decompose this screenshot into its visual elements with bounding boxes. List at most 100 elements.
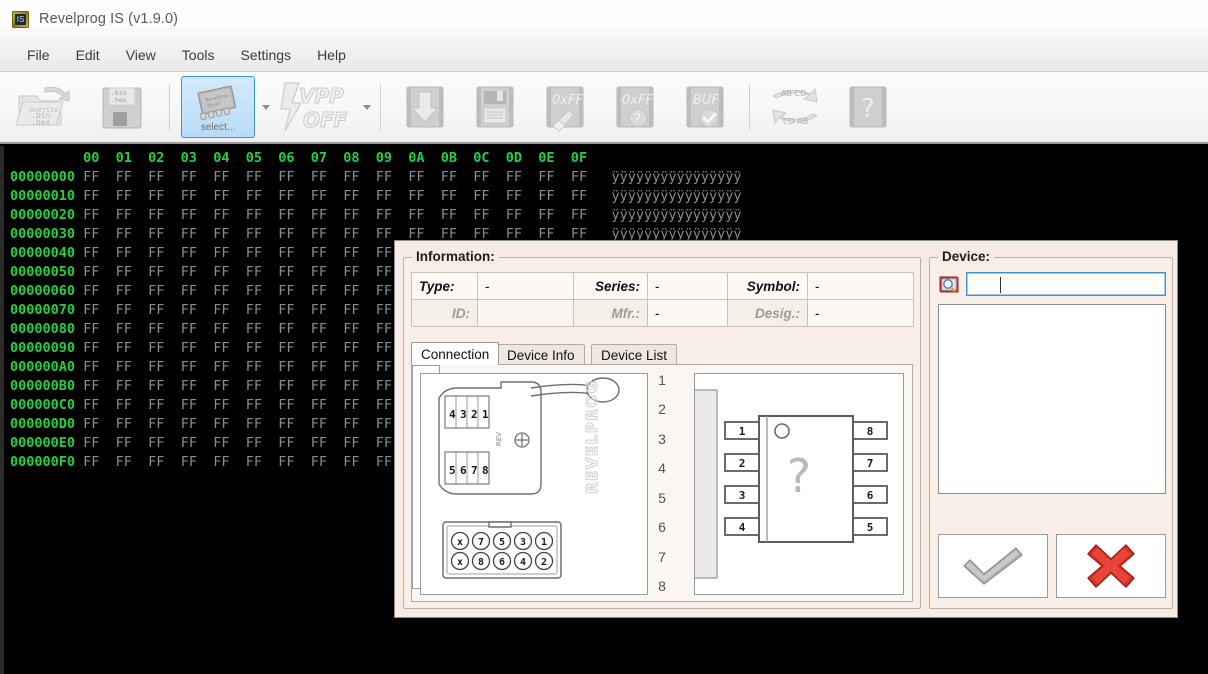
select-device-dropdown-caret[interactable] xyxy=(262,105,270,110)
menu-item-file[interactable]: File xyxy=(14,43,63,67)
blank-check-question-icon: 0xFF ? xyxy=(609,82,661,132)
hex-address: 00000040 xyxy=(10,245,75,261)
tab-connection[interactable]: Connection xyxy=(411,342,499,365)
symbol-label: Symbol: xyxy=(728,273,808,300)
svg-text:?: ? xyxy=(634,112,641,127)
accept-check-icon xyxy=(956,544,1030,589)
question-help-icon: ? xyxy=(842,82,894,132)
svg-text:2: 2 xyxy=(739,457,746,470)
svg-text:3: 3 xyxy=(739,489,746,502)
device-search-input[interactable] xyxy=(966,272,1166,296)
erase-device-button[interactable]: 0xFF xyxy=(532,76,598,138)
tab-device-info[interactable]: Device Info xyxy=(497,344,585,365)
verify-buffer-button[interactable]: BUF xyxy=(672,76,738,138)
menu-item-edit[interactable]: Edit xyxy=(63,43,113,67)
toolbar-separator-2 xyxy=(380,84,381,130)
write-floppy-icon xyxy=(469,82,521,132)
hex-address: 000000F0 xyxy=(10,454,75,470)
hex-row: 00000000 FF FF FF FF FF FF FF FF FF FF F… xyxy=(10,168,742,187)
accept-button[interactable] xyxy=(938,534,1048,598)
pin-number: 2 xyxy=(658,401,666,417)
floppy-save-bin-hex-icon: .bin .hex xyxy=(93,82,151,132)
menu-item-tools[interactable]: Tools xyxy=(169,43,228,67)
save-file-button[interactable]: .bin .hex xyxy=(86,76,158,138)
erase-broom-icon: 0xFF xyxy=(539,82,591,132)
svg-text:7: 7 xyxy=(867,457,874,470)
hex-address: 000000E0 xyxy=(10,435,75,451)
table-row: Type: - Series: - Symbol: - xyxy=(412,273,914,300)
device-list-box[interactable] xyxy=(938,304,1166,494)
id-value xyxy=(478,300,574,327)
desig-value: - xyxy=(808,300,914,327)
hex-address: 00000080 xyxy=(10,321,75,337)
menu-item-help[interactable]: Help xyxy=(304,43,359,67)
app-icon: IS xyxy=(12,11,29,28)
hex-address: 000000A0 xyxy=(10,359,75,375)
device-group: Device: xyxy=(929,257,1173,609)
blank-check-button[interactable]: 0xFF ? xyxy=(602,76,668,138)
application-window: IS Revelprog IS (v1.9.0) File Edit View … xyxy=(0,0,1208,674)
hex-address: 00000070 xyxy=(10,302,75,318)
device-legend: Device: xyxy=(938,249,994,264)
information-legend: Information: xyxy=(412,249,499,264)
menu-item-settings[interactable]: Settings xyxy=(227,43,304,67)
pin-number: 6 xyxy=(658,519,666,535)
pin-number: 7 xyxy=(658,549,666,565)
swap-bytes-button[interactable]: AB CD CD AB xyxy=(761,76,831,138)
chip-pinout-diagram: ? 1 2 3 4 xyxy=(694,373,904,595)
open-file-button[interactable]: 0xerite .bin .hex xyxy=(10,76,82,138)
svg-text:1: 1 xyxy=(739,425,746,438)
hex-ascii[interactable]: ÿÿÿÿÿÿÿÿÿÿÿÿÿÿÿÿ xyxy=(595,207,741,223)
folder-open-bin-hex-icon: 0xerite .bin .hex xyxy=(15,82,77,132)
svg-text:?: ? xyxy=(787,449,811,503)
pin-number: 1 xyxy=(658,372,666,388)
select-device-button[interactable]: RevelProg 25xxx select... xyxy=(181,76,255,138)
hex-left-gutter xyxy=(0,146,4,674)
cancel-button[interactable] xyxy=(1056,534,1166,598)
hex-bytes[interactable]: FF FF FF FF FF FF FF FF FF FF FF FF FF F… xyxy=(75,188,595,204)
vpp-dropdown-caret[interactable] xyxy=(363,105,371,110)
hex-bytes[interactable]: FF FF FF FF FF FF FF FF FF FF FF FF FF F… xyxy=(75,169,595,185)
read-device-button[interactable] xyxy=(392,76,458,138)
text-cursor xyxy=(1000,277,1001,293)
toolbar-separator-3 xyxy=(749,84,750,130)
information-table: Type: - Series: - Symbol: - ID: Mfr.: - … xyxy=(411,272,914,327)
hex-address: 00000090 xyxy=(10,340,75,356)
symbol-value: - xyxy=(808,273,914,300)
read-down-arrow-icon xyxy=(399,82,451,132)
series-value: - xyxy=(648,273,728,300)
hex-bytes[interactable]: FF FF FF FF FF FF FF FF FF FF FF FF FF F… xyxy=(75,207,595,223)
hex-address: 00000010 xyxy=(10,188,75,204)
svg-text:5: 5 xyxy=(867,521,874,534)
information-group: Information: Type: - Series: - Symbol: -… xyxy=(403,257,921,609)
hex-row: 00000020 FF FF FF FF FF FF FF FF FF FF F… xyxy=(10,206,742,225)
pin-number: 4 xyxy=(658,460,666,476)
toolbar-separator-1 xyxy=(169,84,170,130)
write-device-button[interactable] xyxy=(462,76,528,138)
svg-text:AB CD: AB CD xyxy=(781,89,806,98)
svg-text:BUF: BUF xyxy=(693,93,719,108)
pin-number-strip: 12345678 xyxy=(412,365,440,589)
cancel-cross-icon xyxy=(1083,539,1139,594)
svg-text:6: 6 xyxy=(867,489,874,502)
svg-text:VPP: VPP xyxy=(299,84,344,108)
help-button[interactable]: ? xyxy=(835,76,901,138)
svg-text:CD AB: CD AB xyxy=(783,117,808,126)
menu-item-view[interactable]: View xyxy=(113,43,169,67)
pin-number: 5 xyxy=(658,490,666,506)
series-label: Series: xyxy=(574,273,648,300)
hex-ascii[interactable]: ÿÿÿÿÿÿÿÿÿÿÿÿÿÿÿÿ xyxy=(595,188,741,204)
hex-column-header: 00 01 02 03 04 05 06 07 08 09 0A 0B 0C 0… xyxy=(10,150,595,166)
hex-address: 000000B0 xyxy=(10,378,75,394)
svg-text:0xFF: 0xFF xyxy=(552,93,583,108)
book-search-icon[interactable] xyxy=(938,274,960,295)
svg-text:OFF: OFF xyxy=(303,108,348,132)
menu-bar: File Edit View Tools Settings Help xyxy=(0,38,1208,72)
hex-address: 00000060 xyxy=(10,283,75,299)
tab-device-list[interactable]: Device List xyxy=(591,344,677,365)
mfr-value: - xyxy=(648,300,728,327)
svg-text:.hex: .hex xyxy=(31,118,50,127)
hex-ascii[interactable]: ÿÿÿÿÿÿÿÿÿÿÿÿÿÿÿÿ xyxy=(595,169,741,185)
type-value: - xyxy=(478,273,574,300)
vpp-toggle-button[interactable]: VPP OFF xyxy=(278,76,356,138)
